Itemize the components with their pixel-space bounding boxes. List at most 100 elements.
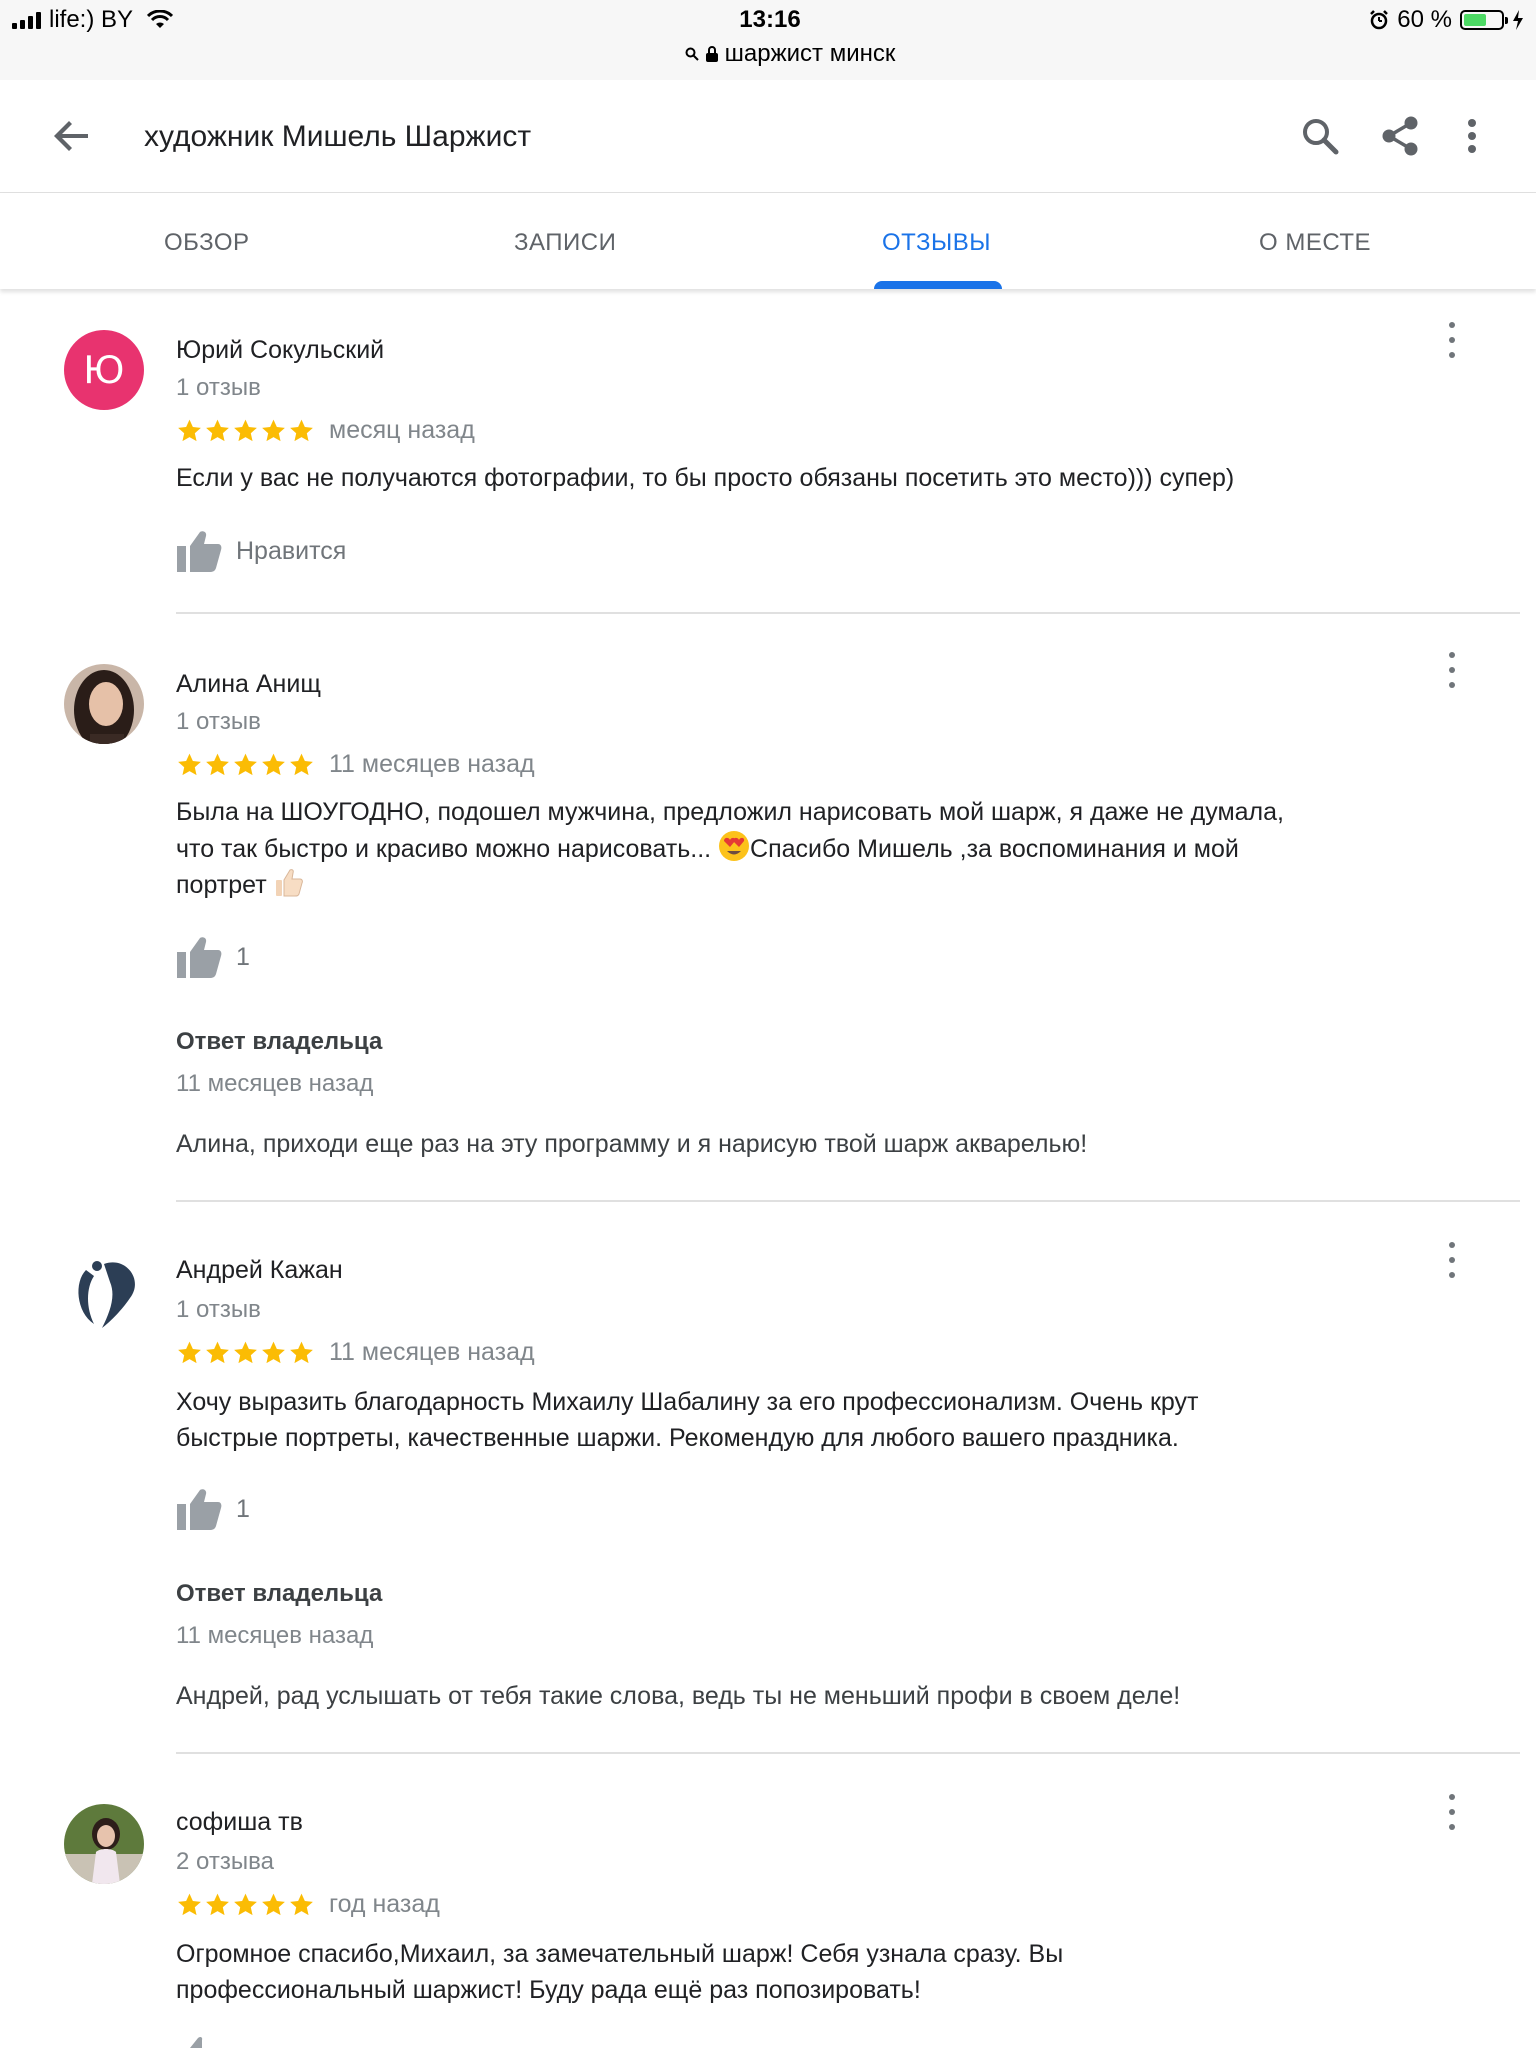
- address-bar[interactable]: шаржист минск: [0, 40, 1536, 68]
- profile-photo-icon: [64, 664, 144, 744]
- thumbs-up-icon: [177, 1489, 222, 1530]
- review-text-line: Хочу выразить благодарность Михаилу Шаба…: [176, 1388, 1199, 1416]
- owner-reply-date: 11 месяцев назад: [176, 1622, 374, 1649]
- owner-reply-title: Ответ владельца: [176, 1028, 383, 1055]
- avatar[interactable]: [64, 664, 144, 744]
- tab-reviews[interactable]: ОТЗЫВЫ: [882, 229, 991, 257]
- divider: [176, 1200, 1520, 1202]
- tab-about[interactable]: О МЕСТЕ: [1259, 229, 1371, 257]
- reviewer-name[interactable]: Юрий Сокульский: [176, 336, 384, 365]
- review-more-button[interactable]: [1440, 1794, 1464, 1830]
- divider: [176, 612, 1520, 614]
- review-text-line: Была на ШОУГОДНО, подошел мужчина, предл…: [176, 798, 1284, 826]
- review-count: 2 отзыва: [176, 1848, 274, 1875]
- owner-reply-text: Алина, приходи еще раз на эту программу …: [176, 1130, 1088, 1158]
- tab-bar: ОБЗОР ЗАПИСИ ОТЗЫВЫ О МЕСТЕ: [0, 193, 1536, 289]
- lock-icon: [705, 46, 718, 62]
- review-more-button[interactable]: [1440, 652, 1464, 688]
- search-icon: [685, 47, 699, 61]
- reviewer-name[interactable]: софиша тв: [176, 1808, 303, 1837]
- review-text-line: портрет: [176, 867, 1356, 903]
- share-button[interactable]: [1374, 110, 1426, 162]
- star-icon: [290, 1341, 313, 1363]
- like-button[interactable]: Нравится: [176, 530, 346, 572]
- rating-row: год назад: [176, 1890, 440, 1919]
- share-icon: [1382, 116, 1418, 156]
- star-icon: [290, 1893, 313, 1915]
- star-icon: [234, 1893, 257, 1915]
- avatar[interactable]: Ю: [64, 330, 144, 410]
- review-text-line: что так быстро и красиво можно нарисоват…: [176, 830, 1356, 867]
- owner-reply-date: 11 месяцев назад: [176, 1070, 374, 1097]
- active-tab-indicator: [874, 281, 1002, 289]
- divider: [176, 1752, 1520, 1754]
- like-count: 1: [236, 1494, 250, 1523]
- thumbs-up-icon: [177, 937, 222, 978]
- star-icon: [206, 753, 229, 775]
- review-text: Огромное спасибо,Михаил, за замечательны…: [176, 1936, 1356, 2008]
- battery-percent: 60 %: [1397, 6, 1452, 33]
- owner-reply-text: Андрей, рад услышать от тебя такие слова…: [176, 1682, 1181, 1710]
- star-rating: [176, 1340, 315, 1366]
- avatar[interactable]: [64, 1252, 144, 1332]
- more-options-button[interactable]: [1446, 110, 1498, 162]
- rating-row: месяц назад: [176, 416, 475, 445]
- reviewer-name[interactable]: Андрей Кажан: [176, 1256, 343, 1285]
- review-text: Была на ШОУГОДНО, подошел мужчина, предл…: [176, 794, 1356, 903]
- star-rating: [176, 1892, 315, 1918]
- star-icon: [290, 419, 313, 441]
- charging-bolt-icon: [1513, 10, 1523, 30]
- app-bar: художник Мишель Шаржист: [0, 80, 1536, 193]
- owner-reply-title: Ответ владельца: [176, 1580, 383, 1607]
- rating-row: 11 месяцев назад: [176, 1338, 535, 1367]
- reviewer-name[interactable]: Алина Анищ: [176, 670, 321, 699]
- rating-row: 11 месяцев назад: [176, 750, 535, 779]
- status-right: 60 %: [1369, 6, 1524, 34]
- thumbs-up-icon: [177, 531, 222, 572]
- star-icon: [262, 419, 285, 441]
- like-button[interactable]: 1: [176, 1488, 250, 1530]
- review-count: 1 отзыв: [176, 374, 261, 401]
- star-icon: [206, 419, 229, 441]
- clock: 13:16: [739, 6, 801, 33]
- thumbs-up-icon[interactable]: [176, 2032, 222, 2048]
- tab-overview[interactable]: ОБЗОР: [164, 229, 250, 257]
- alarm-icon: [1370, 10, 1389, 30]
- star-rating: [176, 418, 315, 444]
- review-date: 11 месяцев назад: [329, 1338, 535, 1366]
- thumbs-up-emoji-icon: [275, 869, 303, 897]
- back-button[interactable]: [48, 112, 96, 160]
- star-icon: [262, 1893, 285, 1915]
- review-count: 1 отзыв: [176, 1296, 261, 1323]
- review-text-line: профессиональный шаржист! Буду рада ещё …: [176, 1976, 921, 2004]
- star-icon: [234, 753, 257, 775]
- review-text: Если у вас не получаются фотографии, то …: [176, 464, 1235, 492]
- star-icon: [178, 1893, 201, 1915]
- tab-posts[interactable]: ЗАПИСИ: [514, 229, 616, 257]
- battery-icon: [1460, 10, 1508, 30]
- review-date: 11 месяцев назад: [329, 750, 535, 778]
- more-vert-icon: [1468, 119, 1476, 153]
- star-icon: [178, 753, 201, 775]
- heart-eyes-emoji-icon: [719, 831, 750, 861]
- search-icon: [1303, 119, 1339, 155]
- review-more-button[interactable]: [1440, 1242, 1464, 1278]
- review-text-line: Огромное спасибо,Михаил, за замечательны…: [176, 1940, 1064, 1968]
- back-arrow-icon: [54, 121, 88, 151]
- review-more-button[interactable]: [1440, 322, 1464, 358]
- profile-logo-icon: [64, 1252, 144, 1332]
- star-rating: [176, 752, 315, 778]
- star-icon: [178, 1341, 201, 1363]
- review-text-line: быстрые портреты, качественные шаржи. Ре…: [176, 1424, 1179, 1452]
- profile-photo-icon: [64, 1804, 144, 1884]
- star-icon: [262, 1341, 285, 1363]
- status-bar: life:) BY 13:16 шаржист минск 60 %: [0, 0, 1536, 81]
- review-text: Хочу выразить благодарность Михаилу Шаба…: [176, 1384, 1356, 1456]
- avatar[interactable]: [64, 1804, 144, 1884]
- url-text: шаржист минск: [724, 40, 896, 67]
- like-button[interactable]: 1: [176, 936, 250, 978]
- review-count: 1 отзыв: [176, 708, 261, 735]
- star-icon: [206, 1893, 229, 1915]
- star-icon: [262, 753, 285, 775]
- search-button[interactable]: [1294, 110, 1346, 162]
